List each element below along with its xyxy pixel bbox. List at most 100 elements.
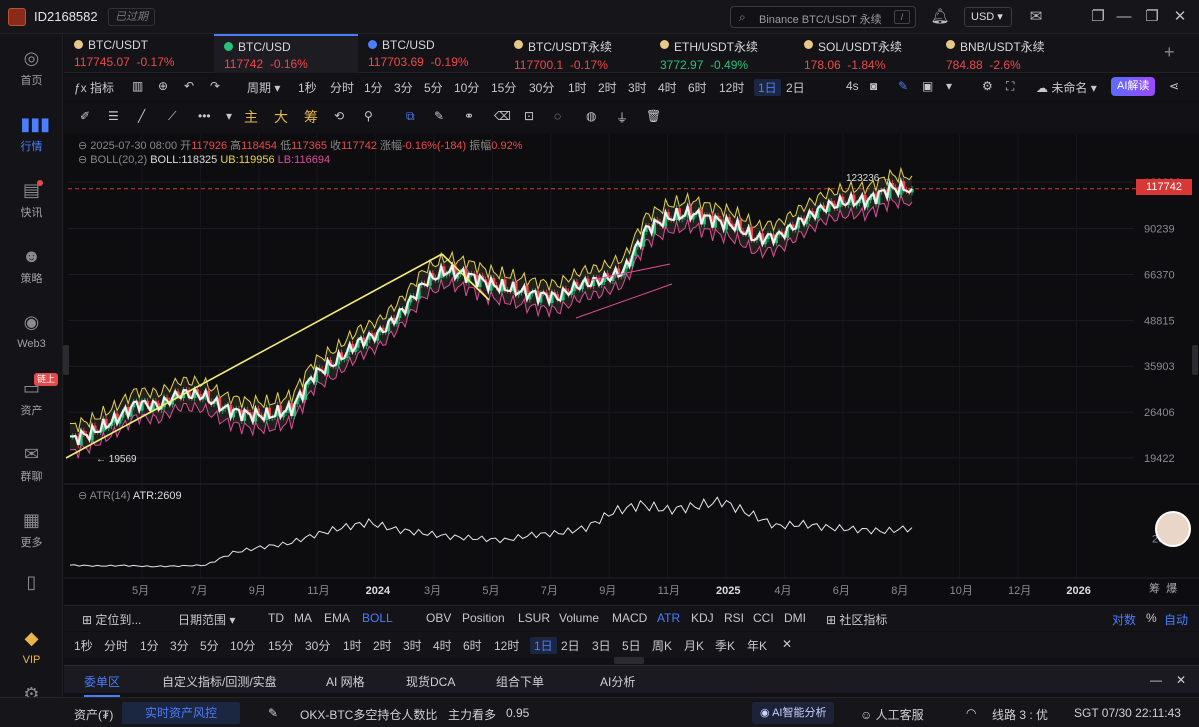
sub-ind-volume[interactable]: Volume xyxy=(559,611,599,625)
sub-ind-obv[interactable]: OBV xyxy=(426,611,451,625)
main-ind-ma[interactable]: MA xyxy=(294,611,312,625)
tf-item[interactable]: 分时 xyxy=(104,637,128,654)
tf-item[interactable]: 6时 xyxy=(463,637,482,654)
realtime-risk-button[interactable]: 实时资产风控 xyxy=(122,702,240,724)
main-ind-ema[interactable]: EMA xyxy=(324,611,350,625)
tf-item[interactable]: 2时 xyxy=(373,637,392,654)
main-force-button[interactable]: 主 xyxy=(244,107,258,127)
trash-icon[interactable]: 🗑︎ xyxy=(646,109,661,123)
tf-item-selected[interactable]: 1日 xyxy=(530,637,557,654)
assets-label[interactable]: 资产(₮) xyxy=(74,706,113,723)
sidebar-item-chat[interactable]: ✉ 群聊 xyxy=(0,436,63,496)
candle-type-icon[interactable]: ▥ xyxy=(132,79,143,93)
tf-item[interactable]: 月K xyxy=(684,637,704,654)
tf-30m[interactable]: 30分 xyxy=(529,79,554,96)
auto-scale-toggle[interactable]: 自动 xyxy=(1164,611,1188,628)
sidebar-item-strategy[interactable]: ☻ 策略 xyxy=(0,238,63,298)
indicator-button[interactable]: ƒx 指标 xyxy=(74,79,114,96)
atr-toggle-icon[interactable]: ⊖ xyxy=(78,490,87,502)
left-collapse-handle[interactable] xyxy=(63,345,69,375)
share-icon[interactable]: ⋖ xyxy=(1169,79,1179,93)
tf-3h[interactable]: 3时 xyxy=(628,79,647,96)
tab-btc-usd-active[interactable]: BTC/USD 117742 -0.16% xyxy=(214,34,358,73)
filter-icon[interactable]: ⏚ xyxy=(616,109,628,126)
tab-spot-dca[interactable]: 现货DCA xyxy=(406,673,455,690)
right-collapse-handle[interactable] xyxy=(1192,345,1198,375)
minimize-icon[interactable]: — xyxy=(1114,7,1134,27)
ray-icon[interactable]: ⟋ xyxy=(168,109,176,124)
pencil-icon[interactable]: ✐ xyxy=(80,109,90,123)
tf-1d-selected[interactable]: 1日 xyxy=(754,79,781,96)
tools-dropdown-icon[interactable]: ▾ xyxy=(226,109,232,123)
tab-btc-usd-2[interactable]: BTC/USD 117703.69 -0.19% xyxy=(358,34,504,73)
ai-analysis-button[interactable]: ◉ AI智能分析 xyxy=(752,702,835,724)
tf-fenshi[interactable]: 分时 xyxy=(330,79,354,96)
tf-item[interactable]: 10分 xyxy=(230,637,255,654)
tf-12h[interactable]: 12时 xyxy=(719,79,744,96)
locate-button[interactable]: ⊞ 定位到... xyxy=(82,611,141,628)
tf-item[interactable]: 3日 xyxy=(592,637,611,654)
fullscreen-icon[interactable]: ⛶ xyxy=(1006,79,1014,94)
hlines-icon[interactable]: ☰ xyxy=(108,109,119,123)
brush-icon[interactable]: ✎ xyxy=(434,109,444,123)
tf-1m[interactable]: 1分 xyxy=(364,79,383,96)
trendline-icon[interactable]: ╱ xyxy=(138,109,145,123)
template-dropdown[interactable]: ☁ 未命名 ▾ xyxy=(1036,79,1097,96)
tab-order-area[interactable]: 委单区 xyxy=(84,673,121,697)
sidebar-item-market[interactable]: ▮▮▮ 行情 xyxy=(0,106,63,166)
sidebar-item-news[interactable]: ▤ 快讯 xyxy=(0,172,63,232)
tf-3m[interactable]: 3分 xyxy=(394,79,413,96)
tf-item[interactable]: 2日 xyxy=(561,637,580,654)
ai-interpret-button[interactable]: AI解读 xyxy=(1111,77,1156,96)
tab-eth-usdt-perp[interactable]: ETH/USDT永续 3772.97 -0.49% xyxy=(650,34,794,73)
sub-ind-dmi[interactable]: DMI xyxy=(784,611,806,625)
community-indicators[interactable]: ⊞ 社区指标 xyxy=(826,611,887,628)
sub-ind-cci[interactable]: CCI xyxy=(753,611,774,625)
layout-icon[interactable]: ▣ xyxy=(922,79,933,93)
refresh-interval[interactable]: 4s xyxy=(846,79,859,93)
customer-service-button[interactable]: ☺ 人工客服 xyxy=(860,706,924,723)
sub-ind-lsur[interactable]: LSUR xyxy=(518,611,550,625)
more-tools-icon[interactable]: ••• xyxy=(198,109,211,123)
tab-bnb-usdt-perp[interactable]: BNB/USDT永续 784.88 -2.6% xyxy=(936,34,1086,73)
maximize-icon[interactable]: ❐ xyxy=(1142,7,1162,27)
sidebar-item-phone[interactable]: ▯ xyxy=(0,564,63,624)
tf-5m[interactable]: 5分 xyxy=(424,79,443,96)
sub-ind-macd[interactable]: MACD xyxy=(612,611,647,625)
window-restore-icon[interactable]: ❐ xyxy=(1088,7,1108,27)
sidebar-item-vip[interactable]: ◆ VIP xyxy=(0,620,63,680)
draw-tool-icon[interactable]: ⟲ xyxy=(334,109,344,123)
edit-icon[interactable]: ✎ xyxy=(268,706,278,720)
redo-icon[interactable]: ↷ xyxy=(210,79,220,93)
tf-item[interactable]: 4时 xyxy=(433,637,452,654)
sub-ind-rsi[interactable]: RSI xyxy=(724,611,744,625)
camera-icon[interactable]: ◙ xyxy=(870,79,877,93)
close-icon[interactable]: ✕ xyxy=(1170,7,1190,27)
tab-ai-grid[interactable]: AI 网格 xyxy=(326,673,365,690)
add-tab-button[interactable]: + xyxy=(1164,42,1175,63)
connection-line[interactable]: 线路 3 : 优 xyxy=(992,706,1048,723)
tf-2d[interactable]: 2日 xyxy=(786,79,805,96)
layout-dropdown-icon[interactable]: ▾ xyxy=(946,79,952,93)
boll-toggle-icon[interactable]: ⊖ xyxy=(78,154,87,166)
erase-icon[interactable]: ⌫ xyxy=(494,109,511,123)
tf-item[interactable]: 5日 xyxy=(622,637,641,654)
panel-collapse-handle[interactable] xyxy=(614,657,644,664)
tf-10m[interactable]: 10分 xyxy=(454,79,479,96)
sub-ind-atr-selected[interactable]: ATR xyxy=(657,611,680,625)
link-icon[interactable]: ⚭ xyxy=(464,109,474,123)
big-order-button[interactable]: 大 xyxy=(274,107,288,127)
compare-icon[interactable]: ⊕ xyxy=(158,79,168,93)
tf-15m[interactable]: 15分 xyxy=(491,79,516,96)
main-ind-boll-selected[interactable]: BOLL xyxy=(362,611,393,625)
tf-item[interactable]: 3时 xyxy=(403,637,422,654)
tf-item[interactable]: 3分 xyxy=(170,637,189,654)
tf-item[interactable]: 1秒 xyxy=(74,637,93,654)
sidebar-item-web3[interactable]: ◉ Web3 xyxy=(0,304,63,364)
tf-6h[interactable]: 6时 xyxy=(688,79,707,96)
chart-area[interactable]: 123236 90239 66370 48815 35903 26406 19422 5月 7月… xyxy=(64,134,1199,604)
measure-icon[interactable]: ⚲ xyxy=(364,109,373,123)
tab-custom-indicator[interactable]: 自定义指标/回测/实盘 xyxy=(162,673,277,690)
lock-icon[interactable]: ⊡ xyxy=(524,109,534,123)
tf-item[interactable]: 5分 xyxy=(200,637,219,654)
